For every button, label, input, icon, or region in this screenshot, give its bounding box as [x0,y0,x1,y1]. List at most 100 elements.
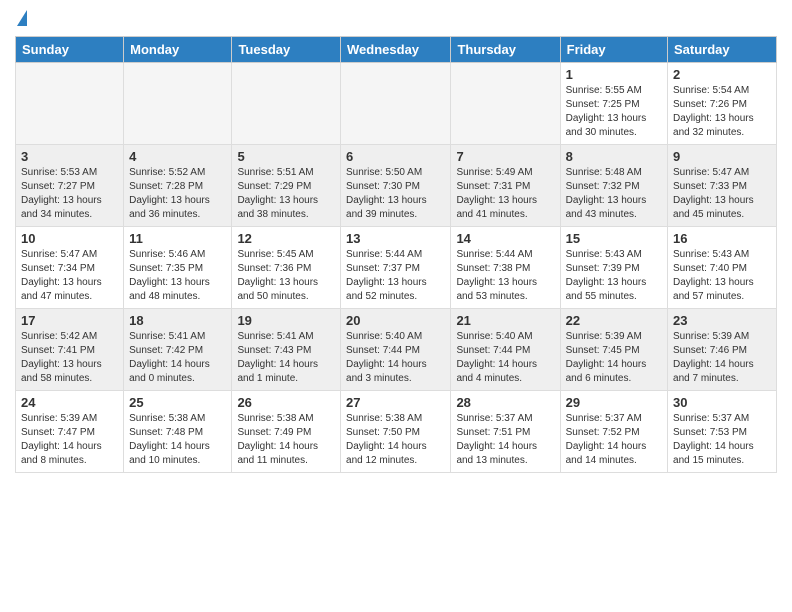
weekday-header-friday: Friday [560,37,667,63]
calendar-cell: 15 Sunrise: 5:43 AMSunset: 7:39 PMDayligh… [560,227,667,309]
calendar-week-row: 10 Sunrise: 5:47 AMSunset: 7:34 PMDayligh… [16,227,777,309]
day-number: 30 [673,395,771,410]
day-info: Sunrise: 5:43 AMSunset: 7:40 PMDaylight:… [673,248,771,304]
day-number: 18 [129,313,226,328]
weekday-header-monday: Monday [124,37,232,63]
day-number: 12 [237,231,335,246]
day-number: 20 [346,313,445,328]
weekday-header-thursday: Thursday [451,37,560,63]
day-info: Sunrise: 5:39 AMSunset: 7:45 PMDaylight:… [566,330,662,386]
calendar-cell: 11 Sunrise: 5:46 AMSunset: 7:35 PMDayligh… [124,227,232,309]
calendar-cell: 26 Sunrise: 5:38 AMSunset: 7:49 PMDayligh… [232,391,341,473]
calendar: SundayMondayTuesdayWednesdayThursdayFrid… [15,36,777,473]
calendar-week-row: 17Sunrise: 5:42 AMSunset: 7:41 PMDayligh… [16,309,777,391]
calendar-cell: 10 Sunrise: 5:47 AMSunset: 7:34 PMDayligh… [16,227,124,309]
calendar-cell [451,63,560,145]
logo-triangle-icon [17,10,27,26]
weekday-header-saturday: Saturday [668,37,777,63]
calendar-week-row: 3Sunrise: 5:53 AMSunset: 7:27 PMDaylight… [16,145,777,227]
calendar-cell [16,63,124,145]
calendar-cell: 14Sunrise: 5:44 AMSunset: 7:38 PMDayligh… [451,227,560,309]
day-info: Sunrise: 5:54 AMSunset: 7:26 PMDaylight:… [673,84,771,140]
day-info: Sunrise: 5:39 AMSunset: 7:46 PMDaylight:… [673,330,771,386]
day-number: 1 [566,67,662,82]
calendar-cell [124,63,232,145]
calendar-cell: 6 Sunrise: 5:50 AMSunset: 7:30 PMDaylight… [341,145,451,227]
weekday-header-wednesday: Wednesday [341,37,451,63]
calendar-cell: 21 Sunrise: 5:40 AMSunset: 7:44 PMDayligh… [451,309,560,391]
day-number: 6 [346,149,445,164]
day-info: Sunrise: 5:39 AMSunset: 7:47 PMDaylight:… [21,412,118,468]
day-info: Sunrise: 5:47 AMSunset: 7:34 PMDaylight:… [21,248,118,304]
day-number: 25 [129,395,226,410]
day-number: 24 [21,395,118,410]
day-info: Sunrise: 5:37 AMSunset: 7:51 PMDaylight:… [456,412,554,468]
day-info: Sunrise: 5:49 AMSunset: 7:31 PMDaylight:… [456,166,554,222]
calendar-cell: 7 Sunrise: 5:49 AMSunset: 7:31 PMDaylight… [451,145,560,227]
calendar-cell: 23 Sunrise: 5:39 AMSunset: 7:46 PMDayligh… [668,309,777,391]
day-info: Sunrise: 5:37 AMSunset: 7:52 PMDaylight:… [566,412,662,468]
day-info: Sunrise: 5:44 AMSunset: 7:38 PMDaylight:… [456,248,554,304]
day-info: Sunrise: 5:42 AMSunset: 7:41 PMDaylight:… [21,330,118,386]
calendar-header-row: SundayMondayTuesdayWednesdayThursdayFrid… [16,37,777,63]
day-info: Sunrise: 5:51 AMSunset: 7:29 PMDaylight:… [237,166,335,222]
day-info: Sunrise: 5:46 AMSunset: 7:35 PMDaylight:… [129,248,226,304]
calendar-cell: 4 Sunrise: 5:52 AMSunset: 7:28 PMDaylight… [124,145,232,227]
calendar-week-row: 1 Sunrise: 5:55 AMSunset: 7:25 PMDaylight… [16,63,777,145]
calendar-week-row: 24 Sunrise: 5:39 AMSunset: 7:47 PMDayligh… [16,391,777,473]
day-info: Sunrise: 5:50 AMSunset: 7:30 PMDaylight:… [346,166,445,222]
day-info: Sunrise: 5:55 AMSunset: 7:25 PMDaylight:… [566,84,662,140]
calendar-cell: 24 Sunrise: 5:39 AMSunset: 7:47 PMDayligh… [16,391,124,473]
calendar-cell [232,63,341,145]
day-number: 22 [566,313,662,328]
day-info: Sunrise: 5:48 AMSunset: 7:32 PMDaylight:… [566,166,662,222]
day-number: 11 [129,231,226,246]
day-info: Sunrise: 5:40 AMSunset: 7:44 PMDaylight:… [456,330,554,386]
weekday-header-tuesday: Tuesday [232,37,341,63]
day-number: 28 [456,395,554,410]
calendar-cell: 1 Sunrise: 5:55 AMSunset: 7:25 PMDaylight… [560,63,667,145]
calendar-cell: 25 Sunrise: 5:38 AMSunset: 7:48 PMDayligh… [124,391,232,473]
calendar-cell: 19 Sunrise: 5:41 AMSunset: 7:43 PMDayligh… [232,309,341,391]
day-number: 2 [673,67,771,82]
header [15,10,777,28]
day-number: 19 [237,313,335,328]
day-number: 5 [237,149,335,164]
day-number: 8 [566,149,662,164]
calendar-cell: 8 Sunrise: 5:48 AMSunset: 7:32 PMDaylight… [560,145,667,227]
calendar-cell: 28 Sunrise: 5:37 AMSunset: 7:51 PMDayligh… [451,391,560,473]
calendar-cell: 9Sunrise: 5:47 AMSunset: 7:33 PMDaylight… [668,145,777,227]
day-info: Sunrise: 5:52 AMSunset: 7:28 PMDaylight:… [129,166,226,222]
day-number: 23 [673,313,771,328]
day-number: 4 [129,149,226,164]
day-info: Sunrise: 5:41 AMSunset: 7:43 PMDaylight:… [237,330,335,386]
calendar-cell: 3Sunrise: 5:53 AMSunset: 7:27 PMDaylight… [16,145,124,227]
day-info: Sunrise: 5:45 AMSunset: 7:36 PMDaylight:… [237,248,335,304]
calendar-cell: 30 Sunrise: 5:37 AMSunset: 7:53 PMDayligh… [668,391,777,473]
day-info: Sunrise: 5:38 AMSunset: 7:49 PMDaylight:… [237,412,335,468]
day-number: 15 [566,231,662,246]
day-number: 10 [21,231,118,246]
day-info: Sunrise: 5:40 AMSunset: 7:44 PMDaylight:… [346,330,445,386]
calendar-cell: 5 Sunrise: 5:51 AMSunset: 7:29 PMDaylight… [232,145,341,227]
day-info: Sunrise: 5:41 AMSunset: 7:42 PMDaylight:… [129,330,226,386]
day-info: Sunrise: 5:37 AMSunset: 7:53 PMDaylight:… [673,412,771,468]
day-info: Sunrise: 5:53 AMSunset: 7:27 PMDaylight:… [21,166,118,222]
calendar-cell: 27 Sunrise: 5:38 AMSunset: 7:50 PMDayligh… [341,391,451,473]
calendar-cell: 12 Sunrise: 5:45 AMSunset: 7:36 PMDayligh… [232,227,341,309]
day-info: Sunrise: 5:43 AMSunset: 7:39 PMDaylight:… [566,248,662,304]
weekday-header-sunday: Sunday [16,37,124,63]
day-number: 26 [237,395,335,410]
day-number: 16 [673,231,771,246]
day-number: 29 [566,395,662,410]
day-number: 27 [346,395,445,410]
day-info: Sunrise: 5:44 AMSunset: 7:37 PMDaylight:… [346,248,445,304]
day-info: Sunrise: 5:38 AMSunset: 7:50 PMDaylight:… [346,412,445,468]
calendar-cell [341,63,451,145]
day-number: 21 [456,313,554,328]
calendar-cell: 20 Sunrise: 5:40 AMSunset: 7:44 PMDayligh… [341,309,451,391]
day-number: 7 [456,149,554,164]
calendar-cell: 22 Sunrise: 5:39 AMSunset: 7:45 PMDayligh… [560,309,667,391]
day-number: 13 [346,231,445,246]
day-info: Sunrise: 5:38 AMSunset: 7:48 PMDaylight:… [129,412,226,468]
